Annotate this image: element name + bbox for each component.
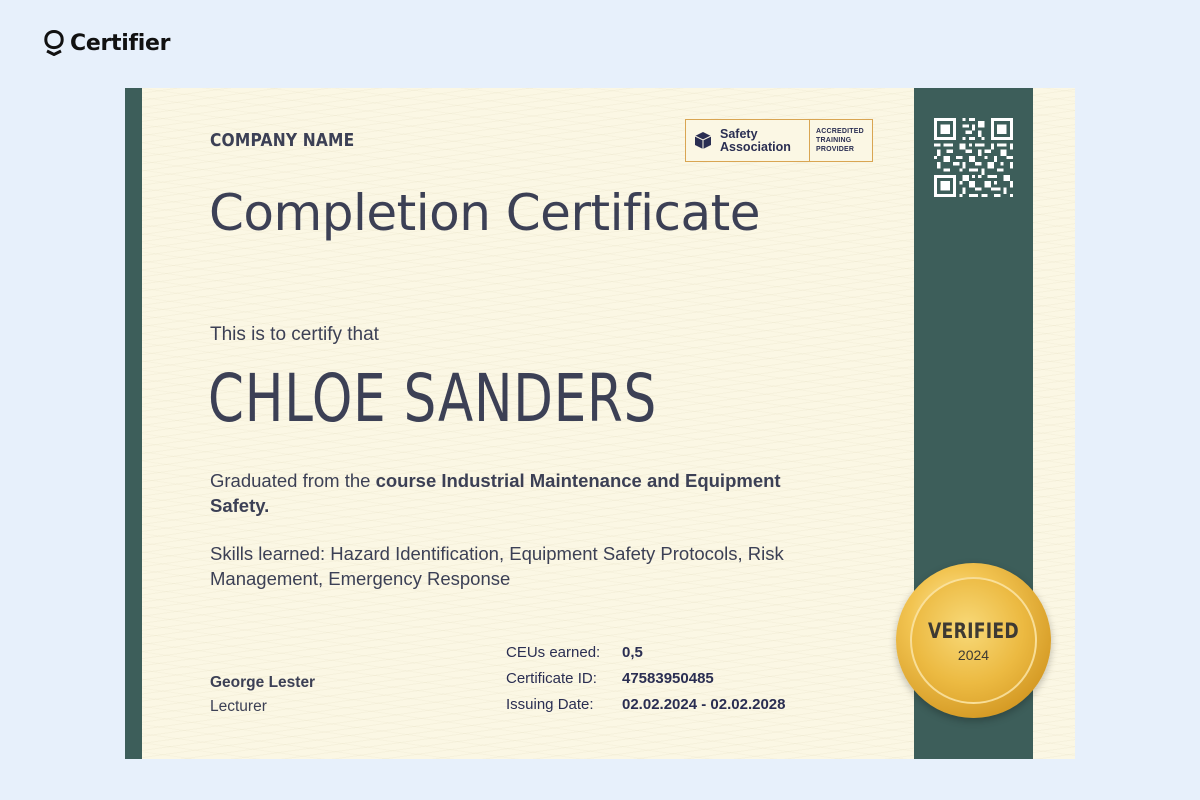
qr-code-icon[interactable] xyxy=(934,118,1013,197)
certificate-id-label: Certificate ID: xyxy=(506,670,597,687)
issuing-date-value: 02.02.2024 - 02.02.2028 xyxy=(622,696,786,713)
signer-name: George Lester xyxy=(210,674,316,691)
ceus-value: 0,5 xyxy=(622,644,643,661)
skills-learned: Skills learned: Hazard Identification, E… xyxy=(210,543,784,589)
verified-seal: VERIFIED 2024 xyxy=(896,563,1051,718)
certificate-id-value: 47583950485 xyxy=(622,670,714,687)
certificate: COMPANY NAME Safety Association ACCREDIT… xyxy=(125,88,1075,759)
company-name: COMPANY NAME xyxy=(210,130,355,151)
recipient-name: CHLOE SANDERS xyxy=(208,360,658,437)
accreditation-badge: Safety Association ACCREDITED TRAINING P… xyxy=(685,119,873,162)
left-stripe xyxy=(125,88,142,759)
course-description: Graduated from the course Industrial Mai… xyxy=(210,468,830,518)
ceus-label: CEUs earned: xyxy=(506,644,601,661)
certificate-details: CEUs earned: 0,5 Certificate ID: 4758395… xyxy=(506,644,785,713)
badge-accreditation: ACCREDITED TRAINING PROVIDER xyxy=(816,128,864,153)
signer-role: Lecturer xyxy=(210,698,267,715)
certify-text: This is to certify that xyxy=(210,324,379,345)
brand-name: Certifier xyxy=(70,30,171,56)
cube-icon xyxy=(694,132,712,149)
certificate-title: Completion Certificate xyxy=(209,184,761,242)
seal-year: 2024 xyxy=(957,646,990,663)
badge-organization: Safety Association xyxy=(686,120,810,161)
course-prefix: Graduated from the xyxy=(210,470,376,491)
signer: George Lester Lecturer xyxy=(210,674,315,716)
certifier-logo-icon xyxy=(44,30,64,56)
verified-seal-inner: VERIFIED 2024 xyxy=(910,577,1037,704)
issuing-date-label: Issuing Date: xyxy=(506,696,594,713)
brand-logo: Certifier xyxy=(44,30,170,56)
badge-organization-name: Safety Association xyxy=(720,126,791,154)
seal-title: VERIFIED xyxy=(928,618,1019,643)
